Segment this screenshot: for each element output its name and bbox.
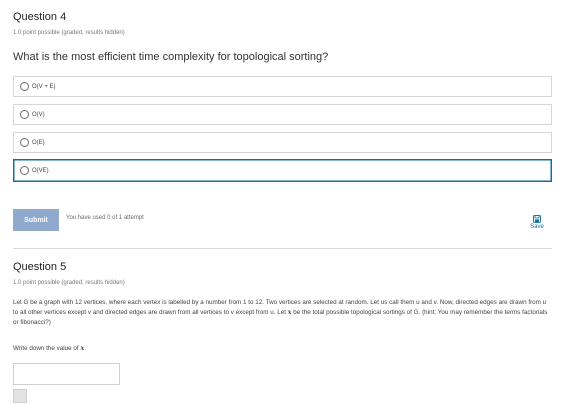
problem-page: Question 4 1.0 point possible (graded, r… [0,0,585,404]
radio-icon[interactable] [20,166,29,175]
math-variable: x [80,345,85,352]
save-icon[interactable] [533,215,541,223]
question-5-meta: 1.0 point possible (graded, results hidd… [13,280,125,286]
question-4-meta: 1.0 point possible (graded, results hidd… [13,30,125,36]
status-box [13,389,27,403]
answer-label: Write down the value of x [13,345,84,352]
save-label: Save [530,224,544,230]
radio-icon[interactable] [20,82,29,91]
option-oe[interactable]: O(E) [13,132,552,153]
question-4-title: Question 4 [13,11,67,23]
answer-label-text: Write down the value of [13,345,81,352]
option-ove[interactable]: O(V + E) [13,76,552,97]
save-button[interactable]: Save [526,215,548,230]
option-label: O(V) [32,111,45,118]
option-ov[interactable]: O(V) [13,104,552,125]
section-divider [13,248,552,249]
option-label: O(E) [32,139,45,146]
answer-input[interactable] [13,363,120,385]
question-5-body: Let G be a graph with 12 vertices, where… [13,298,553,328]
radio-icon[interactable] [20,138,29,147]
radio-icon[interactable] [20,110,29,119]
question-4-prompt: What is the most efficient time complexi… [13,51,329,63]
question-5-title: Question 5 [13,261,67,273]
option-ovxe[interactable]: O(VE) [13,159,552,182]
option-label: O(V + E) [32,83,56,90]
submit-button[interactable]: Submit [13,209,59,231]
attempts-text: You have used 0 of 1 attempt [66,215,144,221]
option-label: O(VE) [32,167,49,174]
